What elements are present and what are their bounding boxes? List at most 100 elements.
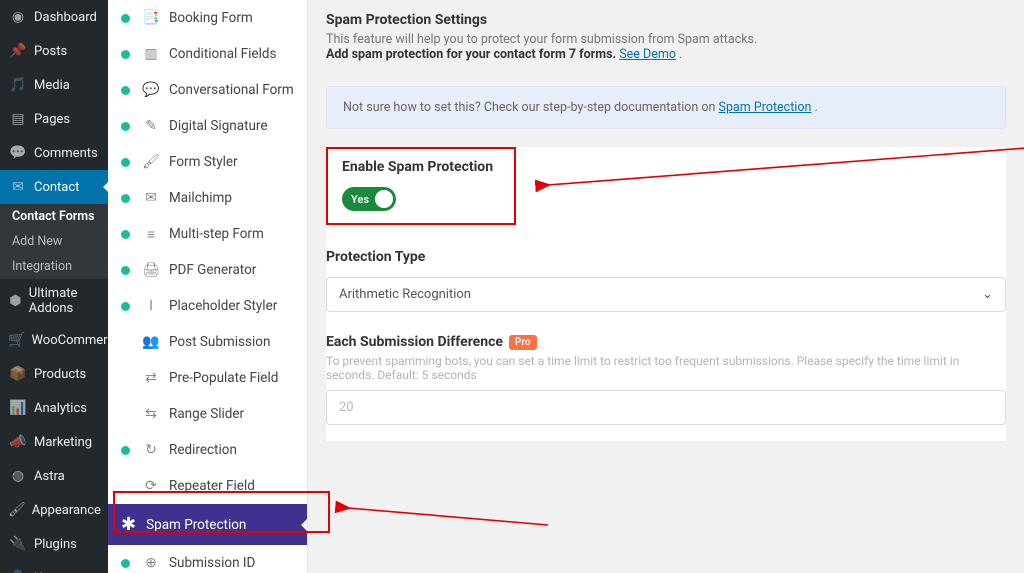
submission-diff-input[interactable]: 20: [326, 390, 1006, 425]
addon-icon: ⇆: [143, 406, 159, 422]
addon-item-range-slider[interactable]: ⇆Range Slider: [108, 396, 307, 432]
doc-link[interactable]: Spam Protection: [719, 100, 812, 115]
wp-menu-plugins[interactable]: 🔌Plugins: [0, 527, 108, 561]
addon-icon: 🖨: [143, 262, 159, 278]
addon-icon: ⬢: [8, 291, 23, 311]
status-dot-icon: [121, 194, 130, 203]
addon-item-conversational-form[interactable]: 💬Conversational Form: [108, 72, 307, 108]
wp-menu-label: Analytics: [34, 401, 87, 416]
addon-label: Pre-Populate Field: [169, 370, 278, 386]
info-box: Not sure how to set this? Check our step…: [326, 86, 1006, 129]
comment-icon: 💬: [8, 143, 28, 163]
addon-item-pre-populate-field[interactable]: ⇄Pre-Populate Field: [108, 360, 307, 396]
status-dot-icon: [121, 158, 130, 167]
wp-menu-media[interactable]: 🎵Media: [0, 68, 108, 102]
plugin-icon: 🔌: [8, 534, 28, 554]
wp-menu-contact[interactable]: ✉Contact: [0, 170, 108, 204]
wp-admin-sidebar: ◉ Dashboard 📌 Posts 🎵Media ▤Pages 💬Comment…: [0, 0, 108, 573]
addon-label: Form Styler: [169, 154, 238, 170]
status-dot-icon: [121, 50, 130, 59]
addon-icon: 🖌: [143, 154, 159, 170]
wp-submenu-add-new[interactable]: Add New: [0, 229, 108, 254]
addon-icon: 👥: [143, 334, 159, 350]
wp-submenu-contact: Contact Forms Add New Integration: [0, 204, 108, 279]
wp-menu-comments[interactable]: 💬Comments: [0, 136, 108, 170]
wp-menu-woocommerce[interactable]: 🛒WooCommerce: [0, 323, 108, 357]
wp-submenu-integration[interactable]: Integration: [0, 254, 108, 279]
dashboard-icon: ◉: [8, 7, 28, 27]
wp-menu-label: Products: [34, 367, 86, 382]
toggle-knob: [375, 190, 393, 208]
addon-icon: 📑: [143, 10, 159, 26]
pro-badge: Pro: [509, 335, 537, 350]
submission-diff-title: Each Submission Difference: [326, 334, 503, 350]
addon-item-digital-signature[interactable]: ✎Digital Signature: [108, 108, 307, 144]
addon-item-post-submission[interactable]: 👥Post Submission: [108, 324, 307, 360]
product-icon: 📦: [8, 364, 28, 384]
wp-menu-pages[interactable]: ▤Pages: [0, 102, 108, 136]
status-dot-icon: [121, 86, 130, 95]
astra-icon: ◍: [8, 466, 28, 486]
wp-menu-users[interactable]: 👤Users: [0, 561, 108, 573]
woo-icon: 🛒: [8, 330, 25, 350]
users-icon: 👤: [8, 568, 28, 573]
addon-icon: ✉: [143, 190, 159, 206]
wp-menu-label: Media: [34, 78, 70, 93]
wp-menu-dashboard[interactable]: ◉ Dashboard: [0, 0, 108, 34]
settings-subtitle: This feature will help you to protect yo…: [326, 32, 1006, 62]
addon-label: Redirection: [169, 442, 237, 458]
wp-menu-posts[interactable]: 📌 Posts: [0, 34, 108, 68]
addon-label: Multi-step Form: [169, 226, 264, 242]
addon-item-redirection[interactable]: ↻ Redirection: [108, 432, 307, 468]
bug-icon: ✱: [121, 514, 136, 535]
wp-submenu-contact-forms[interactable]: Contact Forms: [0, 204, 108, 229]
submission-diff-block: Each Submission Difference Pro To preven…: [326, 328, 1006, 441]
info-text: Not sure how to set this? Check our step…: [343, 100, 719, 115]
wp-menu-marketing[interactable]: 📣Marketing: [0, 425, 108, 459]
status-dot-icon: [121, 122, 130, 131]
enable-block-highlight: Enable Spam Protection Yes: [326, 147, 516, 225]
addon-item-booking-form[interactable]: 📑Booking Form: [108, 0, 307, 36]
addon-label: Mailchimp: [169, 190, 232, 206]
wp-menu-astra[interactable]: ◍ Astra: [0, 459, 108, 493]
protection-type-select[interactable]: Arithmetic Recognition ⌄: [326, 277, 1006, 312]
see-demo-link[interactable]: See Demo: [619, 47, 676, 62]
wp-menu-label: Dashboard: [34, 10, 97, 25]
addon-icon: ↻: [143, 442, 159, 458]
chevron-down-icon: ⌄: [982, 287, 993, 302]
wp-menu-label: Pages: [34, 112, 70, 127]
addon-item-placeholder-styler[interactable]: IPlaceholder Styler: [108, 288, 307, 324]
annotation-arrow-2: [328, 490, 578, 540]
wp-menu-products[interactable]: 📦 Products: [0, 357, 108, 391]
addon-item-conditional-fields[interactable]: ▥Conditional Fields: [108, 36, 307, 72]
addon-item-spam-protection[interactable]: ✱ Spam Protection: [108, 504, 307, 545]
addons-panel: 📑Booking Form▥Conditional Fields💬Convers…: [108, 0, 308, 573]
addon-item-repeater-field[interactable]: ⟳ Repeater Field: [108, 468, 307, 504]
wp-menu-label: Appearance: [32, 503, 101, 518]
addon-item-form-styler[interactable]: 🖌 Form Styler: [108, 144, 307, 180]
wp-menu-analytics[interactable]: 📊Analytics: [0, 391, 108, 425]
addon-label: Spam Protection: [146, 517, 246, 533]
wp-menu-label: Posts: [34, 44, 67, 59]
enable-toggle[interactable]: Yes: [342, 187, 396, 211]
pin-icon: 📌: [8, 41, 28, 61]
wp-menu-ultimate-addons[interactable]: ⬢Ultimate Addons: [0, 279, 108, 323]
addon-label: Repeater Field: [169, 478, 255, 494]
settings-header: Spam Protection Settings This feature wi…: [308, 0, 1024, 72]
addon-item-mailchimp[interactable]: ✉ Mailchimp: [108, 180, 307, 216]
addon-item-submission-id[interactable]: ⊕Submission ID: [108, 545, 307, 573]
protection-type-title: Protection Type: [326, 249, 1006, 265]
enable-title: Enable Spam Protection: [342, 159, 500, 175]
settings-subtitle-strong: Add spam protection for your contact for…: [326, 47, 619, 62]
settings-content: Spam Protection Settings This feature wi…: [308, 0, 1024, 573]
addon-item-pdf-generator[interactable]: 🖨PDF Generator: [108, 252, 307, 288]
protection-type-block: Protection Type Arithmetic Recognition ⌄: [326, 243, 1006, 328]
wp-menu-label: Astra: [34, 469, 65, 484]
wp-menu-label: Marketing: [34, 435, 92, 450]
addon-icon: I: [143, 298, 159, 314]
wp-menu-appearance[interactable]: 🖌Appearance: [0, 493, 108, 527]
addon-item-multi-step-form[interactable]: ≡ Multi-step Form: [108, 216, 307, 252]
addon-icon: ≡: [143, 226, 159, 242]
status-dot-icon: [121, 14, 130, 23]
addon-icon: ⟳: [143, 478, 159, 494]
